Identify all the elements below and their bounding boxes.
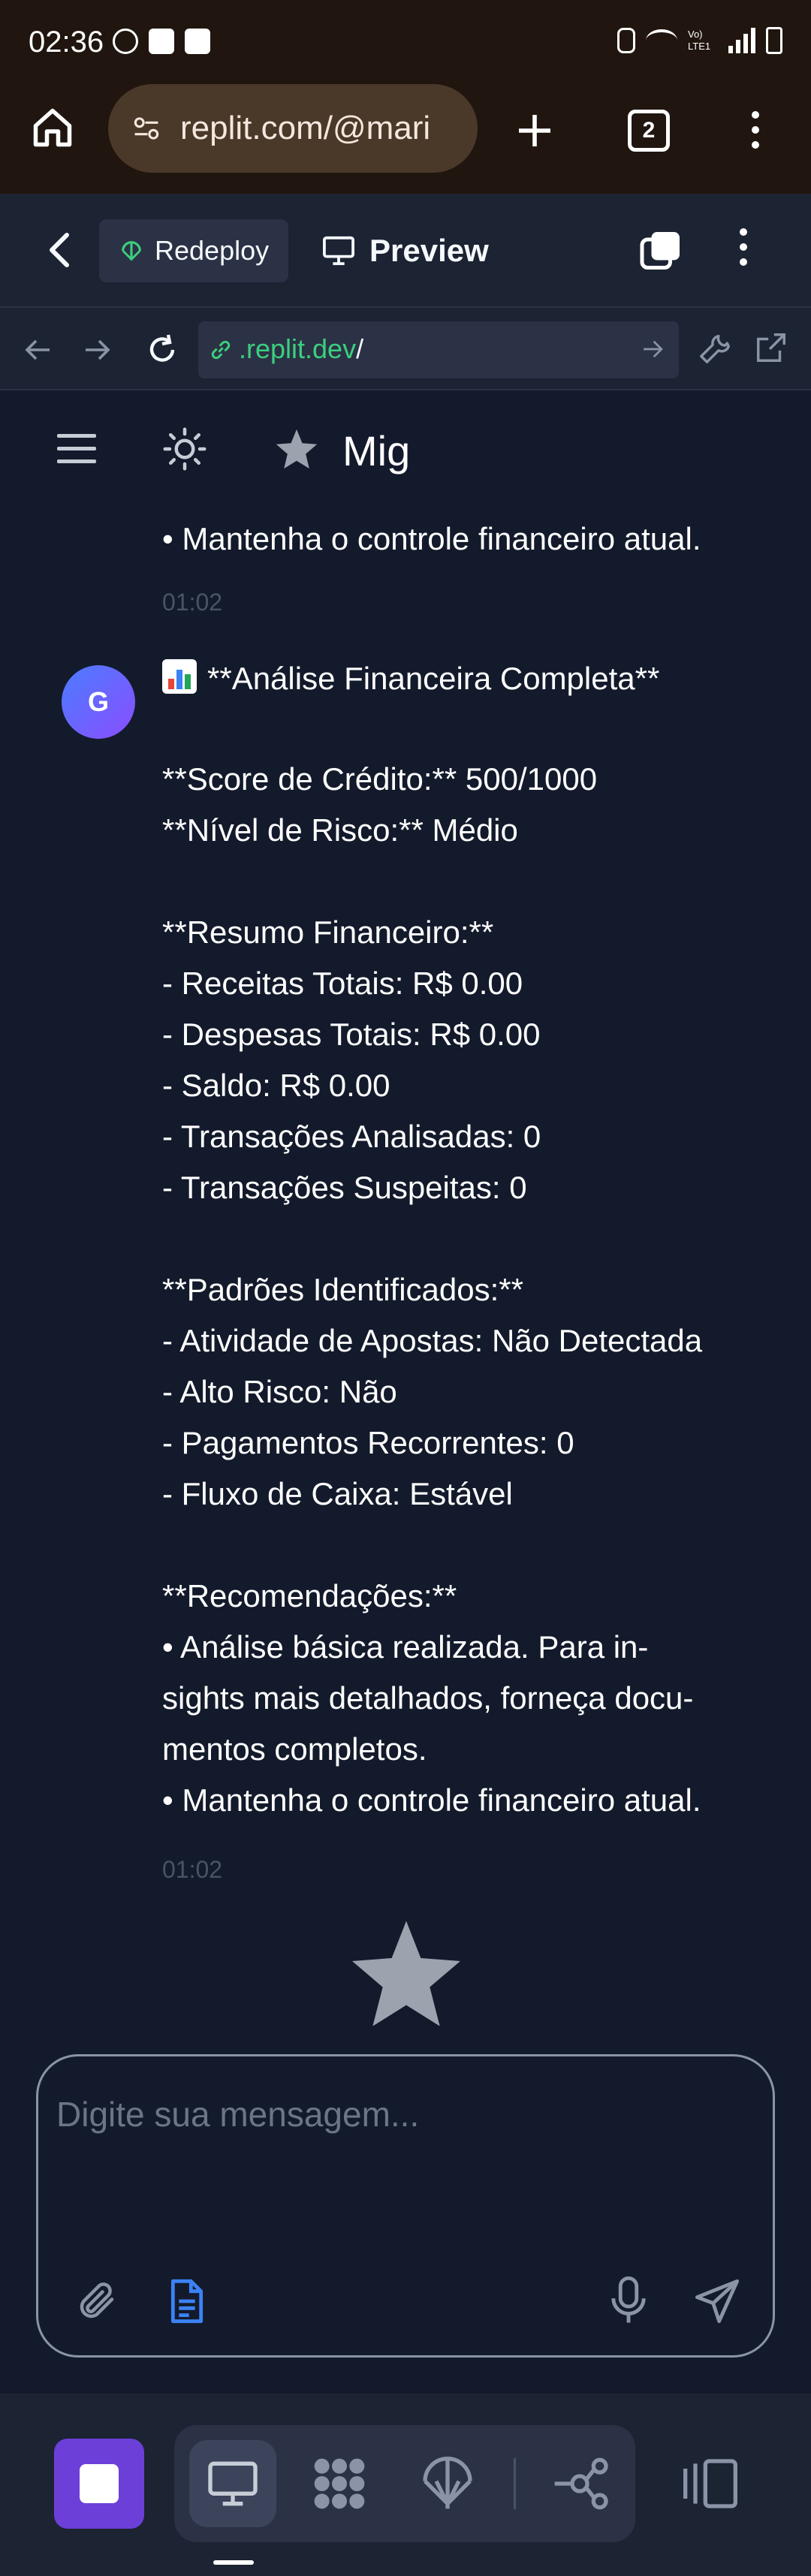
preview-label: Preview	[369, 233, 489, 268]
document-icon[interactable]	[166, 2277, 208, 2325]
status-time: 02:36	[29, 26, 104, 59]
message-line: - Alto Risco: Não	[162, 1374, 397, 1409]
webview-url-path: /	[356, 333, 364, 364]
vibrate-icon	[617, 28, 635, 53]
deploy-icon	[122, 241, 141, 261]
bottom-nav	[0, 2394, 811, 2576]
link-icon	[211, 340, 231, 360]
redeploy-button[interactable]: Redeploy	[99, 219, 288, 282]
nav-back-icon[interactable]	[23, 335, 53, 365]
message-line: - Fluxo de Caixa: Estável	[162, 1476, 513, 1511]
nav-forward-icon[interactable]	[83, 335, 113, 365]
do-not-disturb-icon	[113, 29, 138, 54]
nav-tool-group	[174, 2425, 635, 2542]
wifi-icon	[646, 29, 677, 52]
tab-switcher-button[interactable]: 2	[628, 110, 670, 152]
message-time: 01:02	[162, 1856, 223, 1883]
app-title: Mig	[342, 427, 411, 475]
message-line: - Saldo: R$ 0.00	[162, 1068, 390, 1103]
replit-menu-icon[interactable]	[736, 228, 751, 273]
replit-header: Redeploy Preview	[0, 194, 811, 308]
tabs-icon[interactable]	[638, 228, 683, 273]
message-line: sights mais detalhados, forneça docu-	[162, 1680, 694, 1716]
prev-message-tail: • Mantenha o controle financeiro atual.	[162, 521, 701, 556]
check-icon	[149, 29, 174, 54]
back-chevron-icon[interactable]	[48, 231, 71, 269]
reload-icon[interactable]	[144, 332, 180, 368]
menu-icon[interactable]	[57, 434, 96, 464]
message-line: - Transações Suspeitas: 0	[162, 1170, 527, 1205]
message-line: **Recomendações:**	[162, 1578, 457, 1613]
open-external-icon[interactable]	[754, 330, 788, 365]
webview-url-input[interactable]: .replit.dev/	[198, 321, 679, 378]
devtools-wrench-icon[interactable]	[698, 330, 733, 365]
new-tab-icon[interactable]	[514, 110, 556, 152]
message-line-title: **Análise Financeira Completa**	[162, 659, 659, 697]
message-line: **Score de Crédito:** 500/1000	[162, 761, 598, 797]
webview-address-bar: .replit.dev/	[0, 308, 811, 390]
preview-tab[interactable]: Preview	[321, 219, 489, 282]
stop-icon	[80, 2464, 119, 2503]
chat-area: • Mantenha o controle financeiro atual. …	[0, 505, 811, 2051]
monitor-icon	[208, 2461, 258, 2506]
bar-chart-emoji-icon	[162, 659, 197, 694]
message-composer[interactable]: Digite sua mensagem...	[36, 2054, 775, 2358]
prev-message-time: 01:02	[162, 589, 223, 616]
monitor-icon	[323, 236, 354, 266]
site-settings-icon[interactable]	[132, 116, 161, 141]
deploy-nav-icon[interactable]	[418, 2454, 478, 2514]
app-header: Mig	[0, 392, 811, 505]
star-logo-icon	[276, 429, 318, 469]
webview-url-domain: .replit.dev	[239, 333, 357, 364]
microphone-icon[interactable]	[607, 2274, 650, 2327]
apps-grid-icon[interactable]	[309, 2454, 369, 2514]
lte-label: Vo) LTE1	[688, 29, 711, 52]
message-line: **Análise Financeira Completa**	[207, 661, 660, 696]
side-panel-icon[interactable]	[680, 2454, 740, 2514]
avatar: G	[62, 665, 135, 739]
message-line: - Receitas Totais: R$ 0.00	[162, 966, 523, 1001]
battery-icon	[766, 27, 782, 54]
status-bar: 02:36 Vo) LTE1	[0, 0, 811, 83]
message-line: • Mantenha o controle financeiro atual.	[162, 1782, 701, 1818]
nav-divider	[514, 2458, 516, 2509]
send-icon[interactable]	[693, 2277, 741, 2325]
go-arrow-icon[interactable]	[640, 336, 665, 362]
webview-url-text: .replit.dev/	[239, 333, 363, 365]
message-line: - Despesas Totais: R$ 0.00	[162, 1017, 541, 1052]
git-branch-icon[interactable]	[550, 2454, 610, 2514]
message-line: **Padrões Identificados:**	[162, 1272, 523, 1307]
screen-icon	[185, 29, 210, 54]
redeploy-label: Redeploy	[155, 235, 270, 266]
message-line: - Pagamentos Recorrentes: 0	[162, 1425, 574, 1460]
message-line: • Análise básica realizada. Para in-	[162, 1629, 649, 1665]
browser-menu-icon[interactable]	[748, 111, 763, 156]
signal-icon	[728, 28, 755, 53]
message-line: **Resumo Financeiro:**	[162, 914, 494, 950]
message-input[interactable]: Digite sua mensagem...	[56, 2094, 419, 2135]
message-line: - Transações Analisadas: 0	[162, 1119, 541, 1154]
home-icon[interactable]	[30, 105, 75, 150]
message-line: mentos completos.	[162, 1731, 427, 1767]
message-line: **Nível de Risco:** Médio	[162, 812, 518, 848]
browser-toolbar: replit.com/@mari 2	[0, 83, 811, 194]
stop-button[interactable]	[54, 2439, 144, 2529]
paperclip-icon[interactable]	[74, 2279, 119, 2324]
star-loading-icon	[352, 1921, 460, 2026]
nav-preview-button[interactable]	[189, 2440, 276, 2527]
status-icons-left	[113, 29, 210, 54]
message-line: - Atividade de Apostas: Não Detectada	[162, 1323, 703, 1358]
status-icons-right: Vo) LTE1	[617, 27, 782, 54]
gesture-bar	[213, 2560, 254, 2565]
url-text[interactable]: replit.com/@mari	[180, 110, 466, 147]
theme-toggle-sun-icon[interactable]	[162, 426, 207, 472]
